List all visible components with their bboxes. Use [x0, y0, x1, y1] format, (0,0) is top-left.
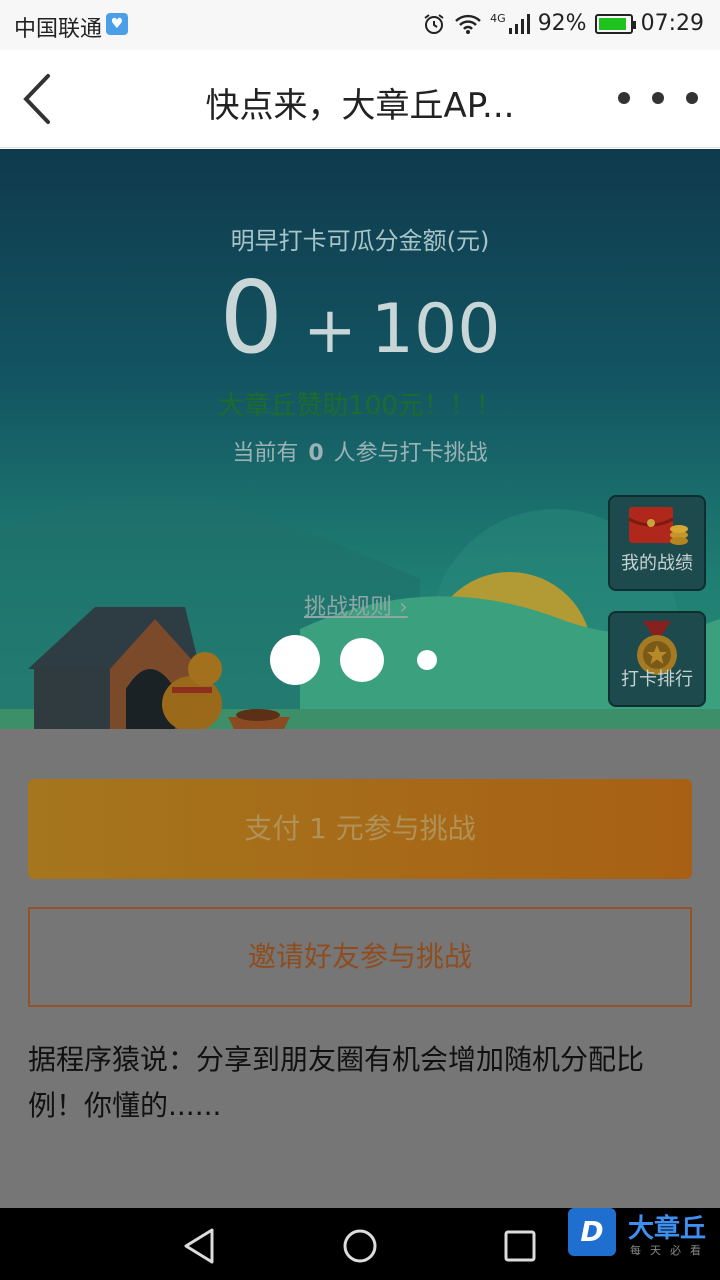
participants-prefix: 当前有 — [232, 441, 299, 466]
current-amount: 0 — [219, 259, 284, 376]
more-options-icon[interactable] — [618, 88, 698, 108]
loading-dot — [270, 635, 320, 685]
participants-suffix: 人参与打卡挑战 — [333, 441, 488, 466]
loading-indicator — [270, 635, 440, 685]
recents-nav-icon[interactable] — [500, 1226, 540, 1266]
amount-label: 明早打卡可瓜分金额(元) — [230, 227, 490, 255]
my-record-label: 我的战绩 — [621, 553, 693, 574]
status-bar: 中国联通 ♥ 4G 92% 07:29 — [0, 0, 720, 50]
challenge-rules-link[interactable]: 挑战规则 — [304, 589, 408, 621]
brand-logo-icon: D — [568, 1208, 616, 1256]
network-type-label: 4G — [490, 12, 506, 25]
bonus-amount: 100 — [370, 290, 501, 369]
pay-to-join-button[interactable]: 支付 1 元参与挑战 — [28, 779, 692, 879]
brand-name: 大章丘 — [628, 1214, 707, 1244]
system-navigation-bar: D 大章丘 每天必看 — [0, 1208, 720, 1280]
brand-slogan: 每天必看 — [630, 1244, 710, 1257]
carrier-badge-icon: ♥ — [106, 13, 129, 35]
prize-amount: 0 +100 — [0, 259, 720, 376]
ranking-label: 打卡排行 — [621, 669, 693, 690]
ranking-button[interactable]: 打卡排行 — [608, 611, 706, 707]
red-envelope-icon — [628, 507, 688, 545]
brand-watermark: D 大章丘 每天必看 — [568, 1208, 720, 1280]
home-nav-icon[interactable] — [340, 1226, 380, 1266]
my-record-button[interactable]: 我的战绩 — [608, 495, 706, 591]
sponsor-text: 大章丘赞助100元！！！ — [218, 391, 502, 421]
battery-icon — [594, 13, 636, 34]
status-icons: 4G 92% 07:29 — [422, 11, 704, 36]
participants-count-text: 当前有 0 人参与打卡挑战 — [0, 435, 720, 467]
signal-icon — [508, 13, 530, 34]
back-nav-icon[interactable] — [180, 1226, 220, 1266]
carrier-label: 中国联通 ♥ — [14, 11, 129, 43]
carrier-name: 中国联通 — [14, 17, 103, 42]
back-arrow-icon[interactable] — [18, 72, 62, 126]
share-tip-text: 据程序猿说：分享到朋友圈有机会增加随机分配比例！你懂的...... — [28, 1043, 645, 1122]
battery-percent: 92% — [537, 11, 587, 36]
actions-panel: 支付 1 元参与挑战 邀请好友参与挑战 据程序猿说：分享到朋友圈有机会增加随机分… — [0, 729, 720, 1209]
clock: 07:29 — [640, 11, 704, 36]
plus-sign: + — [303, 294, 357, 368]
wifi-icon — [455, 14, 482, 34]
loading-dot — [340, 638, 384, 682]
loading-dot — [417, 650, 437, 670]
page-title: 快点来，大章丘AP... — [205, 86, 515, 126]
participants-count: 0 — [308, 441, 324, 466]
title-bar: 快点来，大章丘AP... — [0, 50, 720, 148]
invite-friends-button[interactable]: 邀请好友参与挑战 — [28, 907, 692, 1007]
alarm-icon — [424, 13, 444, 34]
